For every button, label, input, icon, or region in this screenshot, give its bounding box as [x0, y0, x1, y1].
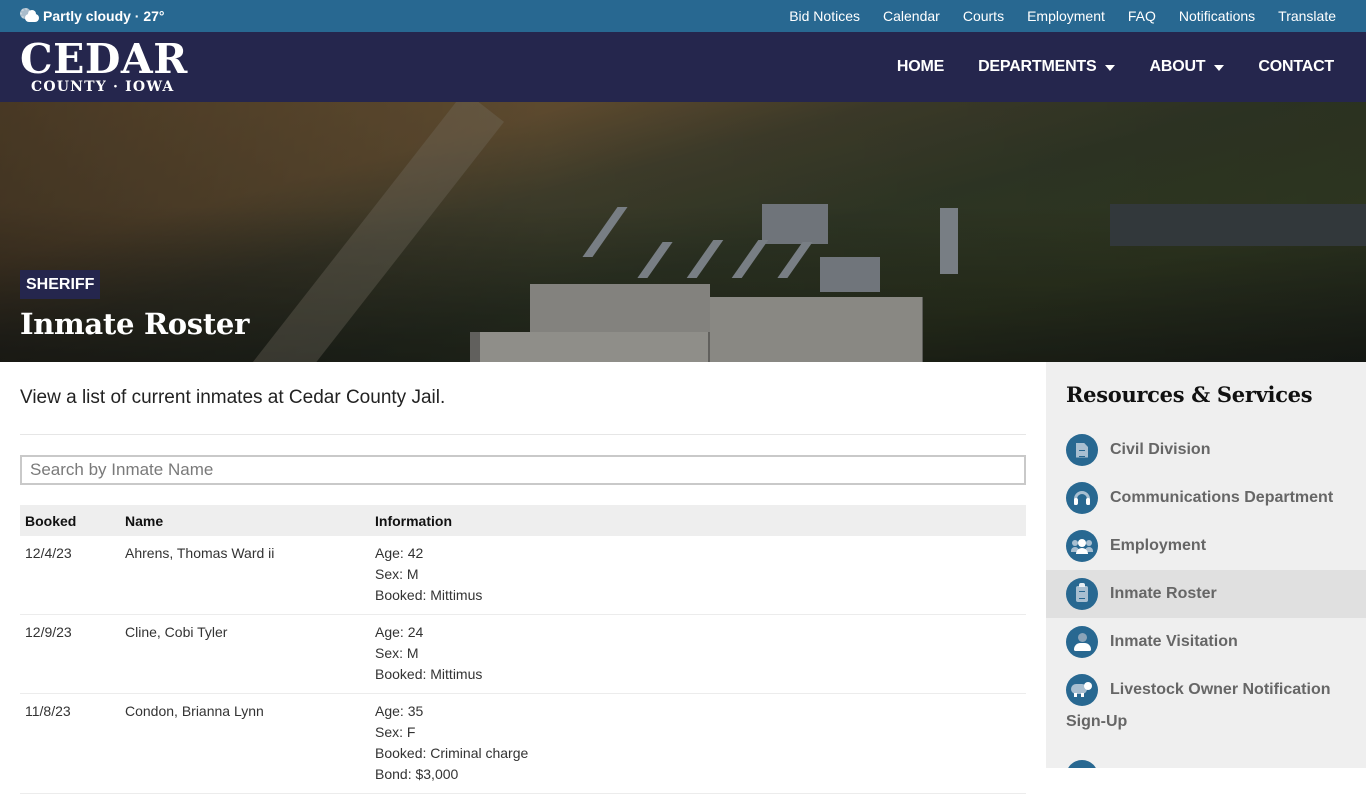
document-icon: [1066, 434, 1098, 466]
utility-link-employment[interactable]: Employment: [1027, 8, 1105, 24]
person-icon: [1066, 626, 1098, 658]
header-name[interactable]: Name: [120, 505, 370, 536]
sidebar-item-livestock-notification[interactable]: Livestock Owner Notification Sign-Up: [1046, 666, 1366, 744]
weather-widget: Partly cloudy · 27°: [20, 0, 165, 32]
clipboard-icon: [1066, 578, 1098, 610]
logo-main-text: CEDAR: [20, 35, 188, 83]
table-header-row: Booked Name Information: [20, 505, 1026, 536]
table-row: 11/8/23 Condon, Brianna Lynn Age: 35 Sex…: [20, 693, 1026, 794]
people-icon: [1066, 530, 1098, 562]
cell-booked: 11/8/23: [20, 693, 120, 794]
nav-about[interactable]: ABOUT: [1149, 58, 1225, 76]
info-sex: Sex: M: [375, 566, 419, 582]
cell-name: Cline, Cobi Tyler: [120, 614, 370, 694]
main-header: CEDAR COUNTY · IOWA HOME DEPARTMENTS ABO…: [0, 32, 1366, 102]
main-content: View a list of current inmates at Cedar …: [20, 362, 1026, 794]
sidebar-item-employment[interactable]: Employment: [1046, 522, 1366, 570]
info-sex: Sex: M: [375, 645, 419, 661]
sidebar-item-label: Employment: [1110, 537, 1207, 554]
divider: [20, 434, 1026, 435]
nav-departments[interactable]: DEPARTMENTS: [978, 58, 1116, 76]
hero-banner: SHERIFF Inmate Roster: [0, 102, 1366, 362]
sidebar-item-label: Civil Division: [1110, 441, 1211, 458]
info-bond: Bond: $3,000: [375, 766, 459, 782]
nav-home[interactable]: HOME: [897, 58, 944, 76]
info-booked: Booked: Criminal charge: [375, 745, 529, 761]
sidebar-item-label: Records: [1066, 760, 1346, 768]
utility-link-bid-notices[interactable]: Bid Notices: [789, 8, 860, 24]
header-booked[interactable]: Booked: [20, 505, 120, 536]
utility-link-notifications[interactable]: Notifications: [1179, 8, 1255, 24]
weather-text: Partly cloudy · 27°: [43, 8, 165, 24]
main-nav: HOME DEPARTMENTS ABOUT CONTACT: [897, 32, 1334, 102]
caret-down-icon: [1214, 65, 1225, 71]
utility-link-faq[interactable]: FAQ: [1128, 8, 1156, 24]
sidebar-item-label: Livestock Owner Notification: [1110, 681, 1331, 698]
sidebar-item-label: Inmate Visitation: [1110, 633, 1238, 650]
resources-sidebar: Resources & Services Civil Division Comm…: [1046, 362, 1366, 768]
cell-name: Ahrens, Thomas Ward ii: [120, 536, 370, 615]
info-age: Age: 42: [375, 545, 424, 561]
partly-cloudy-icon: [20, 8, 40, 24]
intro-text: View a list of current inmates at Cedar …: [20, 387, 446, 408]
info-booked: Booked: Mittimus: [375, 587, 483, 603]
nav-contact[interactable]: CONTACT: [1258, 58, 1334, 76]
table-row: 12/9/23 Cline, Cobi Tyler Age: 24 Sex: M…: [20, 614, 1026, 694]
sidebar-item-civil-division[interactable]: Civil Division: [1046, 426, 1366, 474]
nav-about-label: ABOUT: [1149, 58, 1206, 75]
info-age: Age: 24: [375, 624, 424, 640]
sidebar-item-inmate-visitation[interactable]: Inmate Visitation: [1046, 618, 1366, 666]
info-booked: Booked: Mittimus: [375, 666, 483, 682]
sidebar-title: Resources & Services: [1066, 382, 1313, 407]
cell-information: Age: 24 Sex: M Booked: Mittimus: [370, 614, 1026, 694]
cell-booked: 12/9/23: [20, 614, 120, 694]
sidebar-item-label: Inmate Roster: [1110, 585, 1217, 602]
sidebar-item-label-continued: Sign-Up: [1066, 713, 1128, 730]
info-age: Age: 35: [375, 703, 424, 719]
utility-link-courts[interactable]: Courts: [963, 8, 1004, 24]
sidebar-item-communications[interactable]: Communications Department: [1046, 474, 1366, 522]
cell-name: Condon, Brianna Lynn: [120, 693, 370, 794]
caret-down-icon: [1105, 65, 1116, 71]
utility-link-translate[interactable]: Translate: [1278, 8, 1336, 24]
cell-information: Age: 35 Sex: F Booked: Criminal charge B…: [370, 693, 1026, 794]
sidebar-item-inmate-roster[interactable]: Inmate Roster: [1046, 570, 1366, 618]
sheep-icon: [1066, 674, 1098, 706]
nav-home-label: HOME: [896, 58, 945, 75]
site-logo[interactable]: CEDAR COUNTY · IOWA: [20, 35, 188, 95]
nav-departments-label: DEPARTMENTS: [978, 58, 1097, 75]
logo-sub-text: COUNTY · IOWA: [31, 79, 175, 95]
inmate-search-input[interactable]: [20, 455, 1026, 485]
utility-bar: Partly cloudy · 27° Bid Notices Calendar…: [0, 0, 1366, 32]
table-row: 12/4/23 Ahrens, Thomas Ward ii Age: 42 S…: [20, 536, 1026, 615]
page-title: Inmate Roster: [20, 307, 250, 341]
sidebar-item-records[interactable]: Records: [1046, 752, 1366, 768]
info-sex: Sex: F: [375, 724, 416, 740]
header-information[interactable]: Information: [370, 505, 1026, 536]
nav-contact-label: CONTACT: [1258, 58, 1334, 75]
cell-booked: 12/4/23: [20, 536, 120, 615]
utility-link-calendar[interactable]: Calendar: [883, 8, 940, 24]
department-tag[interactable]: SHERIFF: [20, 270, 101, 299]
sidebar-list: Civil Division Communications Department…: [1046, 426, 1366, 768]
inmate-roster-table: Booked Name Information 12/4/23 Ahrens, …: [20, 505, 1026, 794]
headset-icon: [1066, 482, 1098, 514]
utility-links: Bid Notices Calendar Courts Employment F…: [789, 0, 1336, 32]
sidebar-item-label: Communications Department: [1110, 489, 1334, 506]
cell-information: Age: 42 Sex: M Booked: Mittimus: [370, 536, 1026, 615]
